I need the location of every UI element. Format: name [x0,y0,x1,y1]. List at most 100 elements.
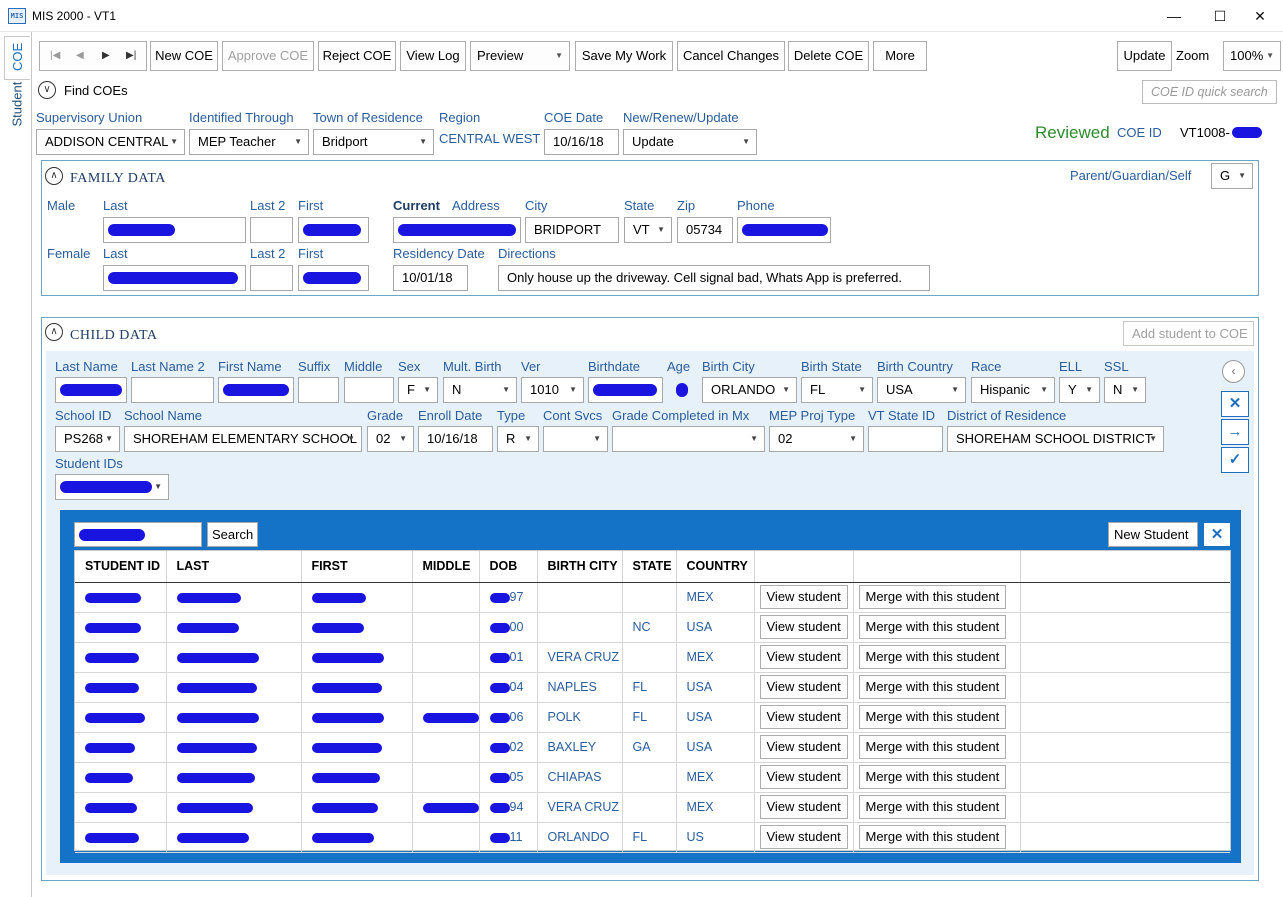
district-select[interactable]: SHOREHAM SCHOOL DISTRICT ▼ [947,426,1164,452]
cancel-changes-button[interactable]: Cancel Changes [677,41,785,71]
more-button[interactable]: More [873,41,927,71]
view-student-button[interactable]: View student [759,795,848,819]
checkmark-icon[interactable]: ✓ [1221,447,1249,473]
child-sex-select[interactable]: F ▼ [398,377,438,403]
merge-student-button[interactable]: Merge with this student [858,705,1007,729]
cont-svcs-select[interactable]: ▼ [543,426,608,452]
merge-student-button[interactable]: Merge with this student [858,765,1007,789]
supervisory-union-select[interactable]: ADDISON CENTRAL ▼ [36,129,185,155]
grade-completed-select[interactable]: ▼ [612,426,765,452]
mep-proj-type-select[interactable]: 02 ▼ [769,426,864,452]
child-birth-state-select[interactable]: FL ▼ [801,377,873,403]
child-ver-select[interactable]: 1010 ▼ [521,377,584,403]
grade-select[interactable]: 02 ▼ [367,426,414,452]
approve-coe-button[interactable]: Approve COE [222,41,314,71]
view-student-button[interactable]: View student [759,765,848,789]
new-coe-button[interactable]: New COE [150,41,218,71]
merge-student-button[interactable]: Merge with this student [858,735,1007,759]
table-row[interactable]: 01 VERA CRUZ MEX View student Merge with thi… [75,642,1230,673]
delete-coe-button[interactable]: Delete COE [788,41,869,71]
update-button[interactable]: Update [1117,41,1172,71]
child-ssl-select[interactable]: N ▼ [1104,377,1146,403]
col-country[interactable]: COUNTRY [676,551,755,583]
view-log-button[interactable]: View Log [400,41,466,71]
town-select[interactable]: Bridport ▼ [313,129,434,155]
school-id-select[interactable]: PS268 ▼ [55,426,120,452]
prev-record-icon[interactable]: ◀ [76,42,84,70]
col-first[interactable]: FIRST [301,551,413,583]
col-state[interactable]: STATE [622,551,677,583]
merge-student-button[interactable]: Merge with this student [858,795,1007,819]
first-record-icon[interactable]: |◀ [50,42,60,70]
new-student-button[interactable]: New Student [1108,522,1198,547]
view-student-button[interactable]: View student [759,645,848,669]
view-student-button[interactable]: View student [759,705,848,729]
next-arrow-icon[interactable]: → [1221,419,1249,445]
coe-id-quick-search-input[interactable]: COE ID quick search [1142,80,1277,104]
zip-field[interactable]: 05734 [677,217,733,243]
reject-coe-button[interactable]: Reject COE [318,41,396,71]
expand-find-icon[interactable]: ∨ [38,81,56,99]
child-middle-field[interactable] [344,377,394,403]
view-student-button[interactable]: View student [759,615,848,639]
child-mult-birth-select[interactable]: N ▼ [443,377,517,403]
collapse-child-icon[interactable]: ∧ [45,323,63,341]
child-birth-city-select[interactable]: ORLANDO ▼ [702,377,797,403]
child-birth-country-select[interactable]: USA ▼ [877,377,966,403]
merge-student-button[interactable]: Merge with this student [858,825,1007,849]
tab-coe[interactable]: COE [4,36,30,80]
residency-date-field[interactable]: 10/01/18 [393,265,468,291]
view-student-button[interactable]: View student [759,675,848,699]
child-race-select[interactable]: Hispanic ▼ [971,377,1055,403]
close-icon[interactable]: ✕ [1237,0,1283,32]
add-student-button[interactable]: Add student to COE [1123,321,1254,346]
merge-student-button[interactable]: Merge with this student [858,585,1007,609]
col-last[interactable]: LAST [166,551,302,583]
city-field[interactable]: BRIDPORT [525,217,619,243]
col-dob[interactable]: DOB [479,551,538,583]
preview-dropdown[interactable]: Preview ▼ [470,41,570,71]
table-row[interactable]: 11 ORLANDO FL US View student Merge with this… [75,822,1230,853]
col-middle[interactable]: MIDDLE [412,551,480,583]
merge-student-button[interactable]: Merge with this student [858,615,1007,639]
child-ell-select[interactable]: Y ▼ [1059,377,1100,403]
search-button[interactable]: Search [207,522,258,547]
directions-field[interactable]: Only house up the driveway. Cell signal … [498,265,930,291]
new-renew-update-select[interactable]: Update ▼ [623,129,757,155]
last-record-icon[interactable]: ▶| [126,42,136,70]
state-select[interactable]: VT ▼ [624,217,672,243]
male-last2-field[interactable] [250,217,293,243]
vt-state-id-field[interactable] [868,426,943,452]
table-row[interactable]: 94 VERA CRUZ MEX View student Merge with thi… [75,792,1230,823]
table-row[interactable]: 00 NC USA View student Merge with this stude… [75,612,1230,643]
child-suffix-field[interactable] [298,377,339,403]
view-student-button[interactable]: View student [759,585,848,609]
child-last-name2-field[interactable] [131,377,214,403]
tab-student[interactable]: Student [4,82,30,142]
identified-through-select[interactable]: MEP Teacher ▼ [189,129,309,155]
female-last2-field[interactable] [250,265,293,291]
collapse-left-icon[interactable]: ‹ [1222,360,1245,383]
school-name-select[interactable]: SHOREHAM ELEMENTARY SCHOOL ▼ [124,426,362,452]
close-modal-icon[interactable]: ✕ [1203,522,1231,547]
coe-date-field[interactable]: 10/16/18 [544,129,619,155]
table-row[interactable]: 97 MEX View student Merge with this student [75,582,1230,613]
minimize-icon[interactable]: — [1151,0,1197,32]
table-row[interactable]: 05 CHIAPAS MEX View student Merge with this … [75,762,1230,793]
zoom-dropdown[interactable]: 100% ▼ [1223,41,1281,71]
col-birth-city[interactable]: BIRTH CITY [537,551,623,583]
table-row[interactable]: 02 BAXLEY GA USA View student Merge with this… [75,732,1230,763]
enroll-date-field[interactable]: 10/16/18 [418,426,493,452]
table-row[interactable]: 06 POLK FL USA View student Merge with this s… [75,702,1230,733]
save-my-work-button[interactable]: Save My Work [575,41,673,71]
type-select[interactable]: R ▼ [497,426,539,452]
view-student-button[interactable]: View student [759,825,848,849]
merge-student-button[interactable]: Merge with this student [858,675,1007,699]
next-record-icon[interactable]: ▶ [102,42,110,70]
merge-student-button[interactable]: Merge with this student [858,645,1007,669]
table-row[interactable]: 04 NAPLES FL USA View student Merge with this… [75,672,1230,703]
view-student-button[interactable]: View student [759,735,848,759]
parent-guardian-select[interactable]: G ▼ [1211,163,1253,189]
collapse-family-icon[interactable]: ∧ [45,167,63,185]
remove-icon[interactable]: ✕ [1221,391,1249,417]
